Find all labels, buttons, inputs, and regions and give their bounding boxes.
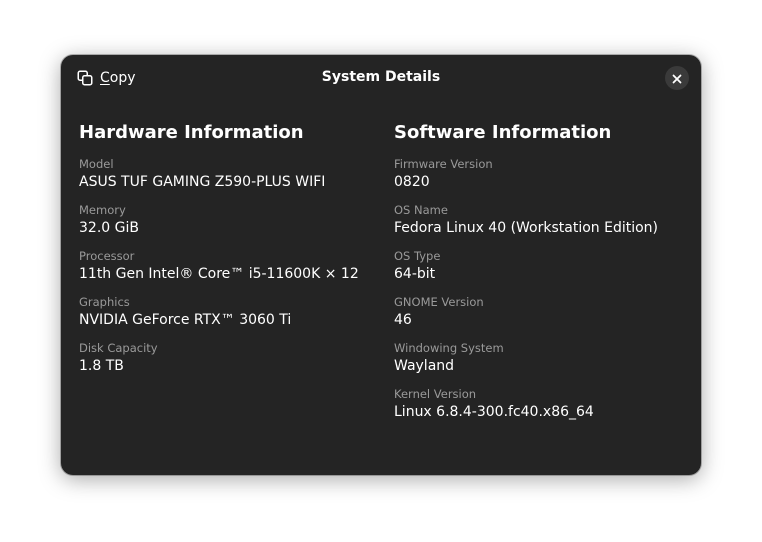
field-value: ASUS TUF GAMING Z590-PLUS WIFI (79, 174, 326, 190)
field-gnome-version: GNOME Version 46 (394, 295, 694, 341)
close-icon (672, 69, 682, 88)
field-label: Firmware Version (394, 157, 493, 171)
field-value: Fedora Linux 40 (Workstation Edition) (394, 220, 659, 236)
field-value: Linux 6.8.4-300.fc40.x86_64 (394, 404, 594, 420)
field-label: OS Name (394, 203, 448, 217)
field-firmware-version: Firmware Version 0820 (394, 157, 694, 203)
field-value: 1.8 TB (79, 358, 124, 374)
field-processor: Processor 11th Gen Intel® Core™ i5-11600… (79, 249, 379, 295)
field-os-type: OS Type 64-bit (394, 249, 694, 295)
software-section-title: Software Information (394, 122, 612, 143)
dialog-header: Copy System Details (61, 55, 701, 101)
field-windowing-system: Windowing System Wayland (394, 341, 694, 387)
field-value: 32.0 GiB (79, 220, 139, 236)
field-graphics: Graphics NVIDIA GeForce RTX™ 3060 Ti (79, 295, 379, 341)
copy-mnemonic: C (100, 70, 110, 86)
copy-label-rest: opy (109, 70, 136, 86)
copy-icon (77, 70, 93, 86)
field-label: Kernel Version (394, 387, 477, 401)
field-label: Memory (79, 203, 126, 217)
field-kernel-version: Kernel Version Linux 6.8.4-300.fc40.x86_… (394, 387, 694, 433)
field-label: Disk Capacity (79, 341, 158, 355)
field-value: NVIDIA GeForce RTX™ 3060 Ti (79, 312, 292, 328)
software-section: Software Information Firmware Version 08… (394, 121, 694, 433)
hardware-section: Hardware Information Model ASUS TUF GAMI… (79, 121, 379, 387)
field-value: 0820 (394, 174, 430, 190)
field-model: Model ASUS TUF GAMING Z590-PLUS WIFI (79, 157, 379, 203)
field-value: 11th Gen Intel® Core™ i5-11600K × 12 (79, 266, 359, 282)
field-label: Processor (79, 249, 135, 263)
hardware-section-title: Hardware Information (79, 122, 304, 143)
field-os-name: OS Name Fedora Linux 40 (Workstation Edi… (394, 203, 694, 249)
field-label: Model (79, 157, 114, 171)
field-label: OS Type (394, 249, 441, 263)
copy-button-label: Copy (100, 70, 136, 86)
field-label: Graphics (79, 295, 130, 309)
field-value: 64-bit (394, 266, 436, 282)
field-disk-capacity: Disk Capacity 1.8 TB (79, 341, 379, 387)
field-memory: Memory 32.0 GiB (79, 203, 379, 249)
field-label: GNOME Version (394, 295, 484, 309)
dialog-title: System Details (321, 69, 441, 85)
field-value: 46 (394, 312, 412, 328)
copy-button[interactable]: Copy (69, 63, 144, 93)
field-value: Wayland (394, 358, 455, 374)
close-button[interactable] (665, 66, 689, 90)
field-label: Windowing System (394, 341, 504, 355)
system-details-dialog: Copy System Details Hardware Information… (61, 55, 701, 475)
